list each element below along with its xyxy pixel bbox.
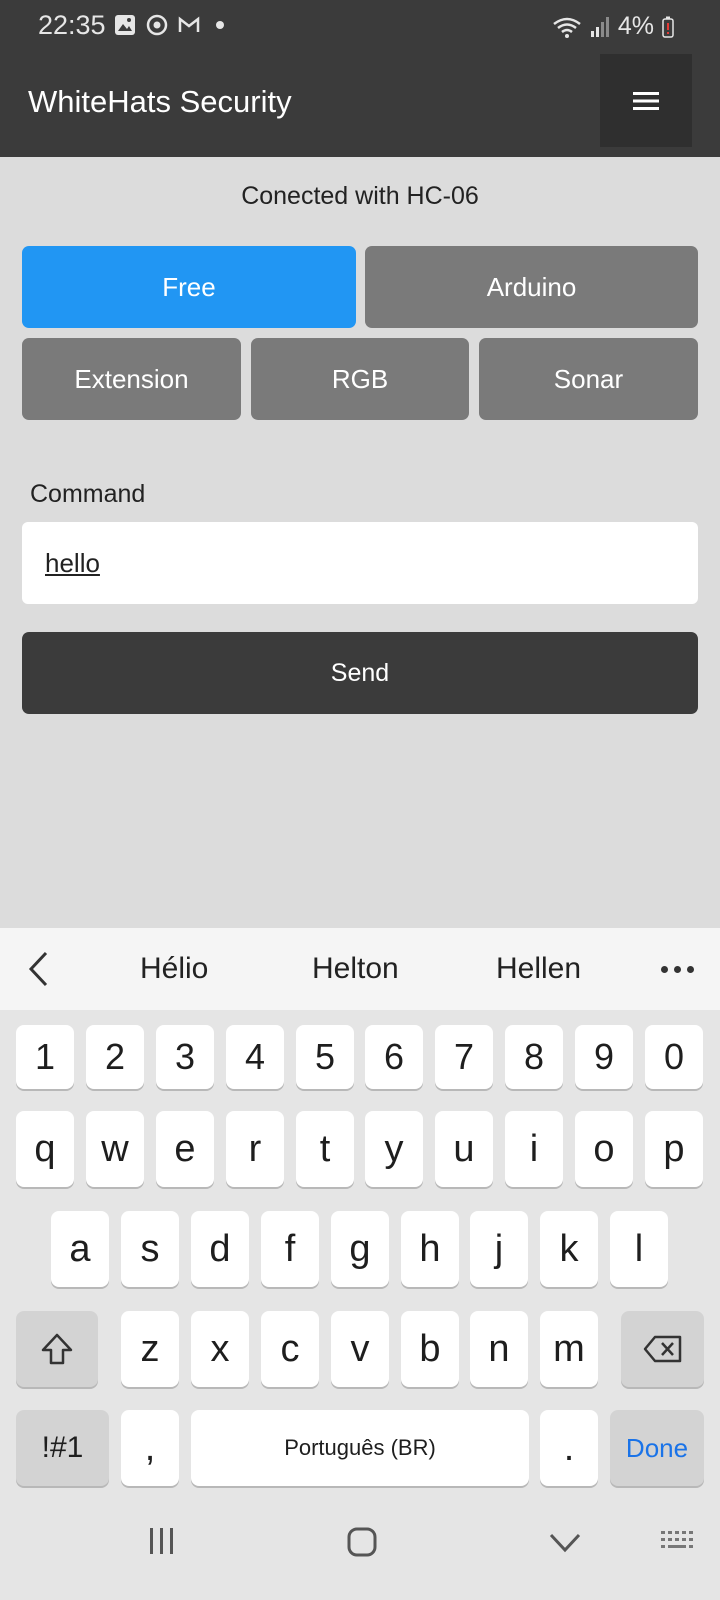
status-bar: 22:35 4% [0,0,720,54]
key-8[interactable]: 8 [505,1025,563,1089]
key-x[interactable]: x [191,1311,249,1387]
key-e[interactable]: e [156,1111,214,1187]
gmail-icon [178,16,200,32]
key-u[interactable]: u [435,1111,493,1187]
app-title: WhiteHats Security [28,84,292,119]
command-input-value: hello [45,548,100,578]
chevron-down-icon[interactable] [548,1532,582,1554]
more-options-icon[interactable] [661,966,694,973]
key-2[interactable]: 2 [86,1025,144,1089]
menu-button[interactable] [600,54,692,147]
battery-icon [662,16,674,38]
mode-extension-button[interactable]: Extension [22,338,241,420]
key-9[interactable]: 9 [575,1025,633,1089]
battery-percent: 4% [617,12,654,40]
key-a[interactable]: a [51,1211,109,1287]
notification-icons [114,14,224,36]
key-r[interactable]: r [226,1111,284,1187]
key-k[interactable]: k [540,1211,598,1287]
keyboard-suggestion-bar: Hélio Helton Hellen [0,928,720,1010]
chevron-left-icon[interactable] [26,950,50,988]
status-time: 22:35 [38,10,106,40]
key-l[interactable]: l [610,1211,668,1287]
key-b[interactable]: b [401,1311,459,1387]
gallery-icon [115,15,135,35]
key-w[interactable]: w [86,1111,144,1187]
send-button[interactable]: Send [22,632,698,714]
mode-free-button[interactable]: Free [22,246,356,328]
key-m[interactable]: m [540,1311,598,1387]
key-c[interactable]: c [261,1311,319,1387]
suggestion-word[interactable]: Helton [312,952,399,986]
key-v[interactable]: v [331,1311,389,1387]
more-notifications-icon [216,21,224,29]
suggestion-word[interactable]: Hélio [140,952,208,986]
command-label: Command [30,480,146,508]
key-g[interactable]: g [331,1211,389,1287]
navigation-bar [0,1490,720,1600]
key-d[interactable]: d [191,1211,249,1287]
key-z[interactable]: z [121,1311,179,1387]
backspace-icon [643,1335,681,1363]
suggestion-word[interactable]: Hellen [496,952,581,986]
key-o[interactable]: o [575,1111,633,1187]
key-1[interactable]: 1 [16,1025,74,1089]
key-n[interactable]: n [470,1311,528,1387]
mode-sonar-button[interactable]: Sonar [479,338,698,420]
key-5[interactable]: 5 [296,1025,354,1089]
hamburger-menu-icon [633,91,659,110]
home-icon[interactable] [346,1526,378,1558]
shift-icon [41,1333,73,1365]
connection-status: Conected with HC-06 [241,182,479,210]
key-3[interactable]: 3 [156,1025,214,1089]
period-key[interactable]: . [540,1410,598,1486]
comma-key[interactable]: , [121,1410,179,1486]
keyboard-switch-icon[interactable] [660,1530,696,1554]
key-7[interactable]: 7 [435,1025,493,1089]
recent-apps-icon[interactable] [148,1526,176,1556]
app-bar: WhiteHats Security [0,54,720,157]
key-6[interactable]: 6 [365,1025,423,1089]
wifi-icon [553,17,581,38]
key-t[interactable]: t [296,1111,354,1187]
system-icons: 4% [552,12,674,41]
mode-rgb-button[interactable]: RGB [251,338,469,420]
key-f[interactable]: f [261,1211,319,1287]
mode-arduino-button[interactable]: Arduino [365,246,698,328]
command-input[interactable]: hello [22,522,698,604]
key-p[interactable]: p [645,1111,703,1187]
key-4[interactable]: 4 [226,1025,284,1089]
key-y[interactable]: y [365,1111,423,1187]
keyboard: 1 2 3 4 5 6 7 8 9 0 q w e r t y u i o p … [0,1010,720,1490]
key-i[interactable]: i [505,1111,563,1187]
key-j[interactable]: j [470,1211,528,1287]
key-h[interactable]: h [401,1211,459,1287]
done-key[interactable]: Done [610,1410,704,1486]
key-s[interactable]: s [121,1211,179,1287]
shift-key[interactable] [16,1311,98,1387]
key-0[interactable]: 0 [645,1025,703,1089]
sync-icon [146,14,168,36]
space-key[interactable]: Português (BR) [191,1410,529,1486]
signal-icon [590,16,609,37]
key-q[interactable]: q [16,1111,74,1187]
symbols-key[interactable]: !#1 [16,1410,109,1486]
backspace-key[interactable] [621,1311,704,1387]
